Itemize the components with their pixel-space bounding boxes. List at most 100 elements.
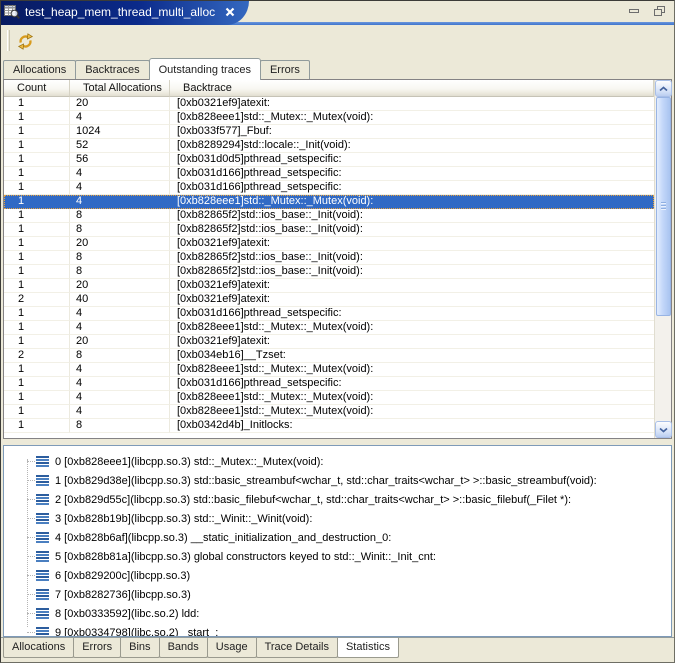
table-row[interactable]: 14[0xb828eee1]std::_Mutex::_Mutex(void): (4, 321, 654, 335)
backtrace-cell: [0xb828eee1]std::_Mutex::_Mutex(void): (170, 391, 654, 405)
total-allocations-cell: 20 (70, 335, 170, 349)
count-cell: 1 (4, 181, 70, 195)
table-row[interactable]: 14[0xb031d166]pthread_setspecific: (4, 181, 654, 195)
backtrace-cell: [0xb828eee1]std::_Mutex::_Mutex(void): (170, 195, 654, 209)
backtrace-list-item[interactable]: 3 [0xb828b19b](libcpp.so.3) std::_Winit:… (4, 509, 671, 528)
count-cell: 2 (4, 293, 70, 307)
total-allocations-cell: 20 (70, 237, 170, 251)
trace-tab-bar: AllocationsBacktracesOutstanding tracesE… (1, 57, 674, 79)
bottom-tab-trace-details[interactable]: Trace Details (256, 638, 338, 658)
total-allocations-cell: 52 (70, 139, 170, 153)
backtrace-text: 6 [0xb829200c](libcpp.so.3) (55, 570, 190, 582)
view-bottom-tab-bar: AllocationsErrorsBinsBandsUsageTrace Det… (1, 637, 674, 662)
scroll-down-button[interactable] (655, 421, 672, 438)
table-row[interactable]: 152[0xb8289294]std::locale::_Init(void): (4, 139, 654, 153)
chevron-down-icon (659, 427, 668, 433)
backtrace-lines-icon (36, 589, 49, 600)
count-cell: 1 (4, 307, 70, 321)
table-row[interactable]: 14[0xb031d166]pthread_setspecific: (4, 377, 654, 391)
backtrace-cell: [0xb0342d4b]_Initlocks: (170, 419, 654, 433)
backtrace-list-item[interactable]: 7 [0xb8282736](libcpp.so.3) (4, 585, 671, 604)
total-allocations-cell: 4 (70, 195, 170, 209)
table-row[interactable]: 14[0xb828eee1]std::_Mutex::_Mutex(void): (4, 391, 654, 405)
table-row[interactable]: 14[0xb031d166]pthread_setspecific: (4, 167, 654, 181)
table-row[interactable]: 14[0xb828eee1]std::_Mutex::_Mutex(void): (4, 111, 654, 125)
tree-connector-stub (27, 499, 35, 500)
bottom-tab-errors[interactable]: Errors (73, 638, 121, 658)
count-cell: 1 (4, 419, 70, 433)
scrollbar-thumb[interactable] (656, 97, 671, 316)
close-icon[interactable] (224, 7, 235, 18)
table-row[interactable]: 120[0xb0321ef9]atexit: (4, 279, 654, 293)
vertical-scrollbar[interactable] (654, 80, 671, 438)
count-cell: 1 (4, 153, 70, 167)
tree-connector-line (27, 459, 28, 627)
column-header-count[interactable]: Count (4, 80, 70, 97)
backtrace-lines-icon (36, 570, 49, 581)
backtrace-list-item[interactable]: 2 [0xb829d55c](libcpp.so.3) std::basic_f… (4, 490, 671, 509)
table-row[interactable]: 120[0xb0321ef9]atexit: (4, 335, 654, 349)
count-cell: 1 (4, 195, 70, 209)
backtrace-list-item[interactable]: 0 [0xb828eee1](libcpp.so.3) std::_Mutex:… (4, 452, 671, 471)
minimize-icon[interactable] (627, 5, 641, 17)
table-row[interactable]: 18[0xb82865f2]std::ios_base::_Init(void)… (4, 265, 654, 279)
view-toolbar (1, 25, 674, 57)
count-cell: 1 (4, 321, 70, 335)
table-row[interactable]: 18[0xb82865f2]std::ios_base::_Init(void)… (4, 209, 654, 223)
backtrace-list-item[interactable]: 6 [0xb829200c](libcpp.so.3) (4, 566, 671, 585)
table-row[interactable]: 28[0xb034eb16]__Tzset: (4, 349, 654, 363)
table-row[interactable]: 18[0xb82865f2]std::ios_base::_Init(void)… (4, 251, 654, 265)
column-header-backtrace[interactable]: Backtrace (170, 80, 654, 97)
tab-outstanding-traces[interactable]: Outstanding traces (149, 58, 261, 80)
table-row[interactable]: 18[0xb0342d4b]_Initlocks: (4, 419, 654, 433)
bottom-tab-allocations[interactable]: Allocations (3, 638, 74, 658)
table-row[interactable]: 120[0xb0321ef9]atexit: (4, 97, 654, 111)
backtrace-list-item[interactable]: 1 [0xb829d38e](libcpp.so.3) std::basic_s… (4, 471, 671, 490)
column-header-total-allocations[interactable]: Total Allocations (70, 80, 170, 97)
view-tab[interactable]: test_heap_mem_thread_multi_alloc (1, 1, 249, 25)
backtrace-list-item[interactable]: 8 [0xb0333592](libc.so.2) ldd: (4, 604, 671, 623)
tab-backtraces[interactable]: Backtraces (75, 60, 149, 79)
backtrace-cell: [0xb031d166]pthread_setspecific: (170, 377, 654, 391)
backtrace-lines-icon (36, 456, 49, 467)
chevron-up-icon (659, 86, 668, 92)
bottom-tab-statistics[interactable]: Statistics (337, 638, 399, 658)
toolbar-grip[interactable] (7, 30, 10, 51)
backtrace-list-item[interactable]: 5 [0xb828b81a](libcpp.so.3) global const… (4, 547, 671, 566)
count-cell: 2 (4, 349, 70, 363)
bottom-tab-usage[interactable]: Usage (207, 638, 257, 658)
table-row[interactable]: 14[0xb828eee1]std::_Mutex::_Mutex(void): (4, 363, 654, 377)
total-allocations-cell: 8 (70, 349, 170, 363)
tree-connector-stub (27, 461, 35, 462)
bottom-tab-bands[interactable]: Bands (159, 638, 208, 658)
count-cell: 1 (4, 391, 70, 405)
table-row[interactable]: 14[0xb031d166]pthread_setspecific: (4, 307, 654, 321)
table-row[interactable]: 11024[0xb033f577]_Fbuf: (4, 125, 654, 139)
restore-icon[interactable] (652, 5, 666, 17)
total-allocations-cell: 4 (70, 321, 170, 335)
count-cell: 1 (4, 279, 70, 293)
tree-connector-stub (27, 480, 35, 481)
backtrace-cell: [0xb82865f2]std::ios_base::_Init(void): (170, 265, 654, 279)
table-row[interactable]: 156[0xb031d0d5]pthread_setspecific: (4, 153, 654, 167)
backtrace-cell: [0xb031d0d5]pthread_setspecific: (170, 153, 654, 167)
refresh-icon (17, 33, 35, 50)
tab-allocations[interactable]: Allocations (3, 60, 76, 79)
backtrace-cell: [0xb0321ef9]atexit: (170, 97, 654, 111)
backtrace-list-item[interactable]: 4 [0xb828b6af](libcpp.so.3) __static_ini… (4, 528, 671, 547)
scroll-up-button[interactable] (655, 80, 672, 97)
table-row[interactable]: 14[0xb828eee1]std::_Mutex::_Mutex(void): (4, 195, 654, 209)
total-allocations-cell: 8 (70, 251, 170, 265)
refresh-button[interactable] (16, 31, 36, 51)
table-row[interactable]: 120[0xb0321ef9]atexit: (4, 237, 654, 251)
bottom-tab-bins[interactable]: Bins (120, 638, 159, 658)
tab-errors[interactable]: Errors (260, 60, 310, 79)
count-cell: 1 (4, 97, 70, 111)
table-row[interactable]: 240[0xb0321ef9]atexit: (4, 293, 654, 307)
backtrace-list-item[interactable]: 9 [0xb0334798](libc.so.2) _start_: (4, 623, 671, 637)
table-row[interactable]: 18[0xb82865f2]std::ios_base::_Init(void)… (4, 223, 654, 237)
backtrace-cell: [0xb82865f2]std::ios_base::_Init(void): (170, 251, 654, 265)
table-row[interactable]: 14[0xb828eee1]std::_Mutex::_Mutex(void): (4, 405, 654, 419)
backtrace-text: 9 [0xb0334798](libc.so.2) _start_: (55, 627, 218, 638)
count-cell: 1 (4, 237, 70, 251)
